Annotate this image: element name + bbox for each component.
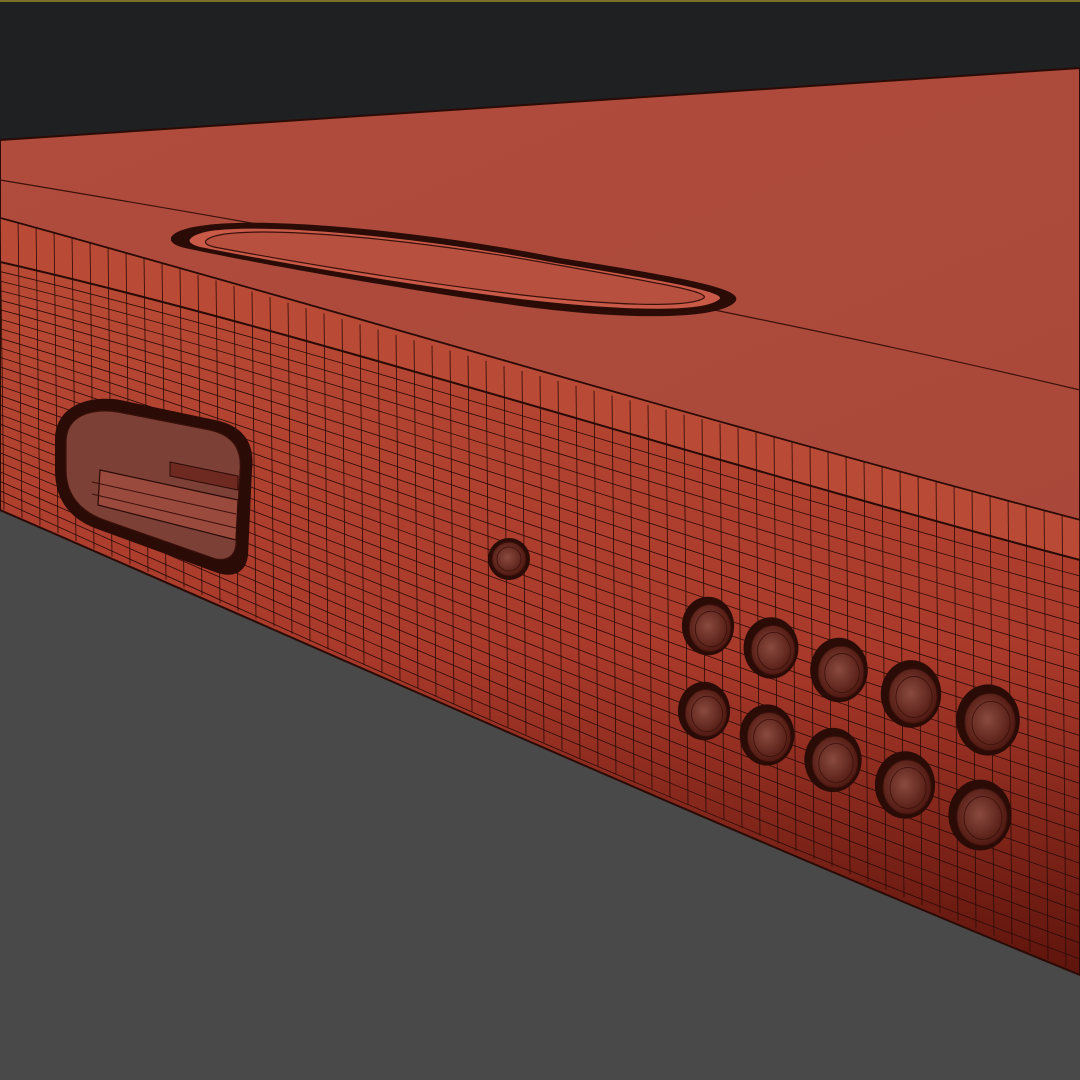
speaker-hole [956,684,1020,756]
speaker-hole [681,596,735,656]
speaker-hole [739,704,795,766]
microphone-hole [488,538,530,580]
speaker-hole [880,660,942,728]
speaker-hole [874,751,936,819]
top-border-line [0,0,1080,2]
speaker-hole [743,617,799,679]
speaker-hole [804,727,862,793]
phone-model-render [0,0,1080,1080]
speaker-hole [810,637,868,703]
speaker-hole [948,779,1012,851]
speaker-hole [677,681,731,741]
3d-viewport[interactable] [0,0,1080,1080]
